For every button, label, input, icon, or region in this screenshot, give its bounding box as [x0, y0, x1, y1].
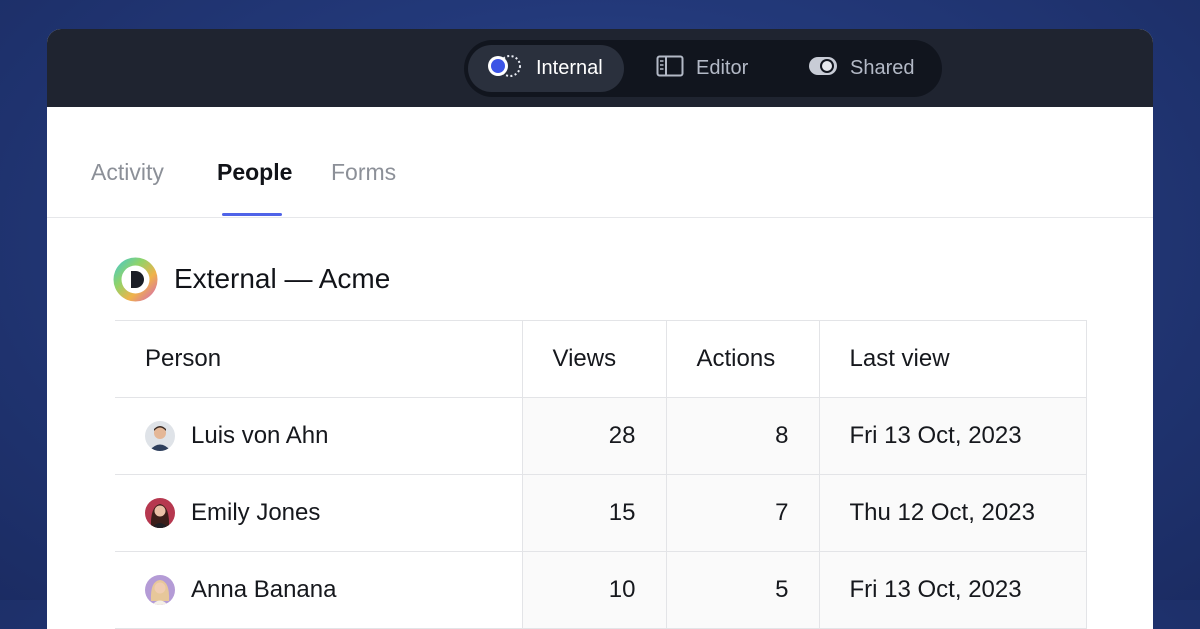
active-tab-indicator	[222, 213, 282, 216]
avatar	[145, 421, 175, 451]
mode-editor-label: Editor	[696, 57, 749, 79]
mode-internal-label: Internal	[536, 57, 603, 79]
views-cell: 28	[521, 397, 667, 475]
table-row[interactable]: Anna Banana 10 5 Fri 13 Oct, 2023	[115, 551, 1087, 629]
people-table: Person Views Actions Last view Luis von …	[115, 320, 1087, 629]
group-title: External — Acme	[174, 263, 391, 294]
header-actions[interactable]: Actions	[665, 320, 820, 398]
person-cell: Anna Banana	[115, 551, 523, 629]
last-view-cell: Fri 13 Oct, 2023	[818, 551, 1087, 629]
header-person[interactable]: Person	[115, 320, 523, 398]
mode-shared-label: Shared	[850, 57, 915, 79]
last-view-cell: Thu 12 Oct, 2023	[818, 474, 1087, 552]
tab-activity[interactable]: Activity	[91, 159, 164, 186]
views-cell: 10	[521, 551, 667, 629]
mode-switch: Internal Editor Shared	[464, 40, 942, 97]
avatar	[145, 498, 175, 528]
last-view-cell: Fri 13 Oct, 2023	[818, 397, 1087, 475]
tab-forms[interactable]: Forms	[331, 159, 396, 186]
person-cell: Luis von Ahn	[115, 397, 523, 475]
internal-ring-icon	[486, 54, 524, 84]
app-window: Internal Editor Shared Activity People F…	[47, 29, 1153, 629]
tab-bar: Activity People Forms	[47, 107, 1153, 218]
editor-panel-icon	[656, 55, 684, 83]
header-last-view[interactable]: Last view	[818, 320, 1087, 398]
mode-shared-button[interactable]: Shared	[790, 45, 930, 92]
mode-internal-button[interactable]: Internal	[468, 45, 624, 92]
views-cell: 15	[521, 474, 667, 552]
person-cell: Emily Jones	[115, 474, 523, 552]
person-name: Emily Jones	[191, 499, 321, 526]
tab-people[interactable]: People	[217, 159, 292, 186]
mode-editor-button[interactable]: Editor	[640, 45, 770, 92]
avatar	[145, 575, 175, 605]
gradient-d-logo	[113, 257, 158, 302]
shared-toggle-icon	[808, 55, 838, 83]
actions-cell: 8	[665, 397, 820, 475]
actions-cell: 5	[665, 551, 820, 629]
person-name: Luis von Ahn	[191, 422, 329, 449]
table-row[interactable]: Luis von Ahn 28 8 Fri 13 Oct, 2023	[115, 397, 1087, 475]
table-header-row: Person Views Actions Last view	[115, 320, 1087, 398]
group-header: External — Acme	[113, 255, 390, 303]
top-bar: Internal Editor Shared	[47, 29, 1153, 107]
actions-cell: 7	[665, 474, 820, 552]
header-views[interactable]: Views	[521, 320, 667, 398]
table-row[interactable]: Emily Jones 15 7 Thu 12 Oct, 2023	[115, 474, 1087, 552]
